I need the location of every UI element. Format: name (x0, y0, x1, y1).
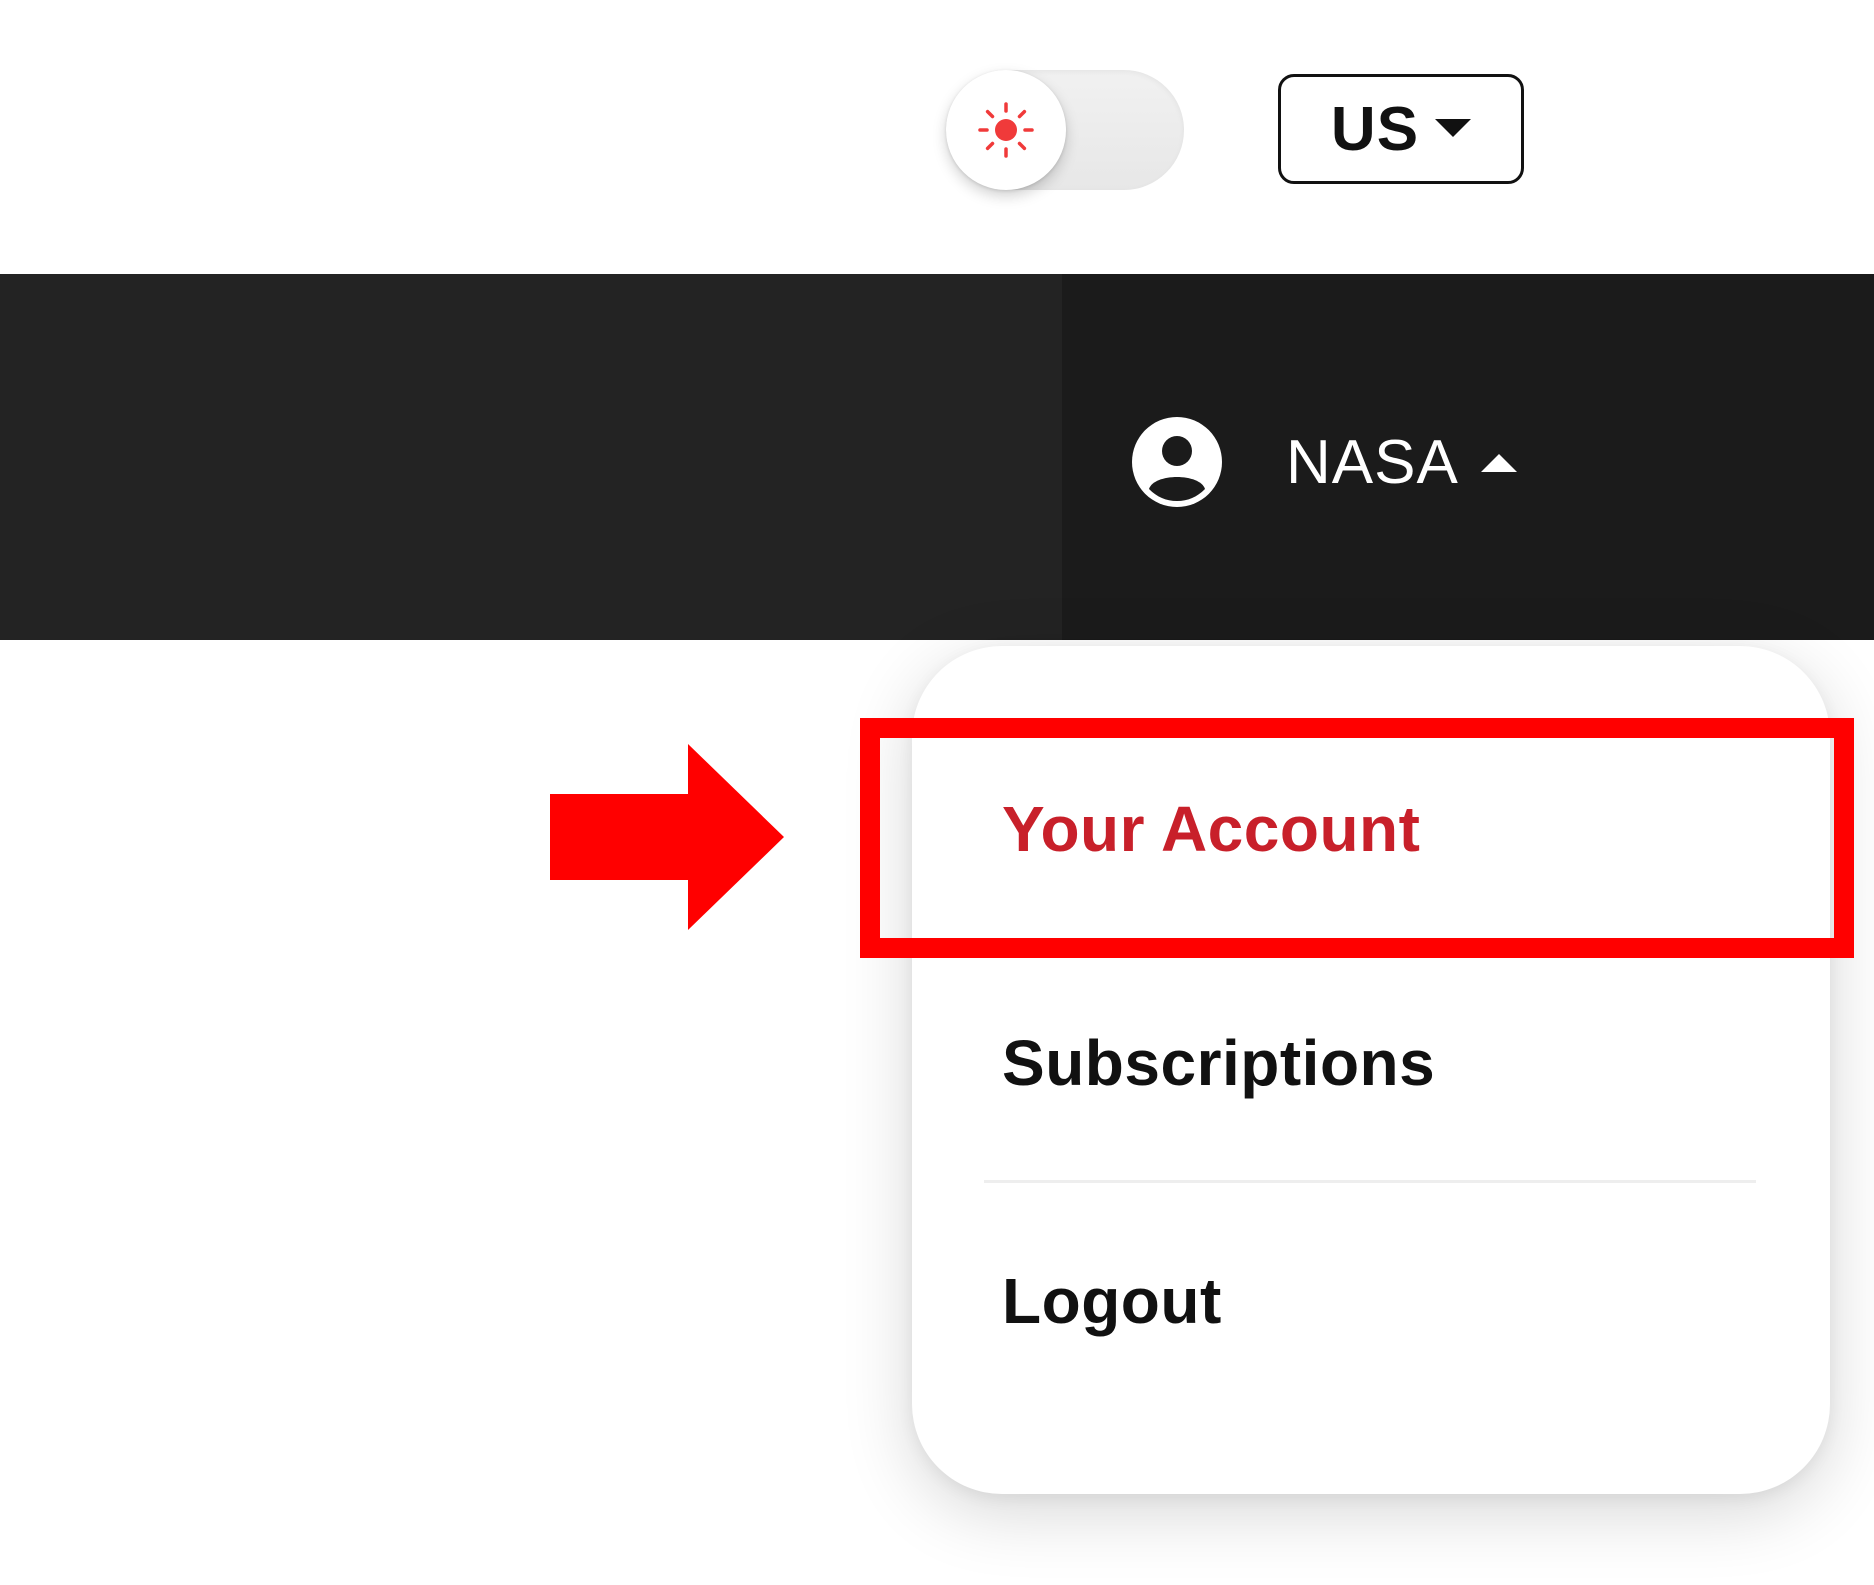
navbar: NASA (0, 274, 1874, 640)
toggle-knob[interactable] (946, 70, 1066, 190)
page: US NASA Your Account Subscriptions Logou… (0, 0, 1874, 1585)
user-circle-icon (1132, 417, 1222, 507)
menu-item-subscriptions[interactable]: Subscriptions (1002, 1026, 1435, 1100)
user-menu-toggle[interactable]: NASA (1132, 412, 1517, 512)
caret-down-icon (1435, 119, 1472, 137)
arrow-right-icon (550, 744, 784, 930)
region-select[interactable]: US (1278, 74, 1524, 184)
menu-item-your-account[interactable]: Your Account (1002, 792, 1420, 866)
menu-item-logout[interactable]: Logout (1002, 1264, 1222, 1338)
menu-divider (984, 1180, 1756, 1183)
user-name: NASA (1286, 427, 1459, 497)
theme-toggle[interactable] (946, 70, 1184, 190)
region-label: US (1330, 94, 1420, 164)
user-dropdown-menu: Your Account Subscriptions Logout (912, 646, 1830, 1494)
sun-icon (978, 102, 1034, 158)
caret-up-icon (1480, 454, 1517, 472)
